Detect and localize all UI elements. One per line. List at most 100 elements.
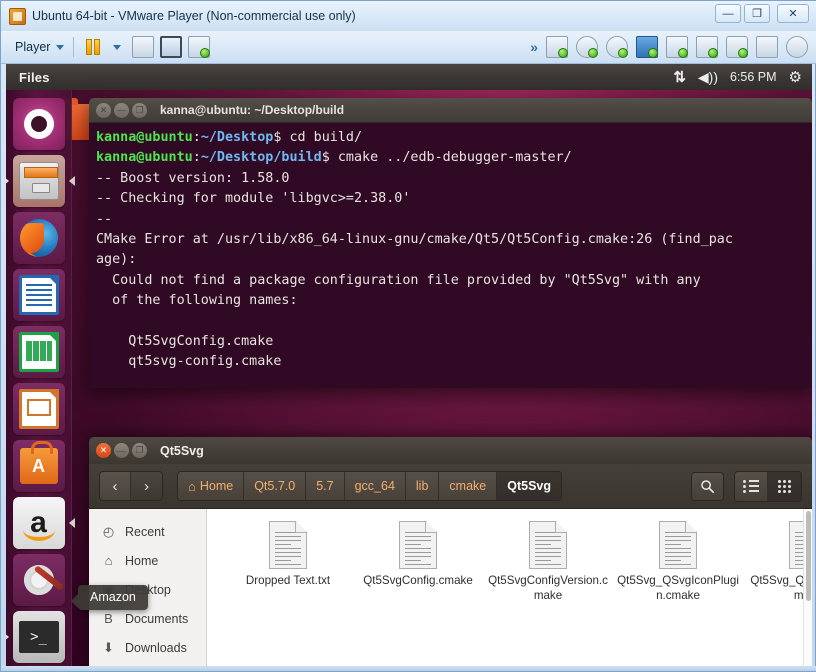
pause-vm-icon[interactable] [86, 36, 108, 58]
sidebar-item-label: Downloads [125, 641, 187, 655]
terminal-prompt-user: kanna@ubuntu [96, 130, 193, 145]
sidebar-item-downloads[interactable]: ⬇ Downloads [89, 633, 206, 662]
unity-app-name[interactable]: Files [19, 70, 50, 85]
terminal-line: -- Boost version: 1.58.0 [96, 169, 805, 189]
launcher-item-terminal[interactable]: >_ [13, 611, 65, 663]
player-menu-button[interactable]: Player [15, 40, 64, 54]
terminal-prompt-user: kanna@ubuntu [96, 150, 193, 165]
window-maximize-button[interactable]: ❐ [744, 4, 770, 23]
text-file-icon [659, 521, 697, 569]
home-icon: ⌂ [188, 479, 196, 494]
terminal-prompt-path: ~/Desktop/build [201, 150, 322, 165]
breadcrumb-item-qt5-7-0[interactable]: Qt5.7.0 [244, 472, 306, 500]
forward-button[interactable]: › [131, 472, 162, 500]
fullscreen-icon[interactable] [160, 36, 182, 58]
printer-icon[interactable] [696, 36, 718, 58]
text-file-icon [269, 521, 307, 569]
cdrom-1-icon[interactable] [576, 36, 598, 58]
file-item[interactable]: Qt5SvgConfig.cmake [353, 521, 483, 603]
gear-wrench-icon [24, 565, 54, 595]
ubuntu-logo-icon [24, 109, 54, 139]
breadcrumb-item-label: Qt5.7.0 [254, 479, 295, 493]
cdrom-2-icon[interactable] [606, 36, 628, 58]
breadcrumb-item-label: lib [416, 479, 429, 493]
file-item[interactable]: Qt5SvgConfigVersion.cmake [483, 521, 613, 603]
launcher-item-ubuntu-software[interactable]: A [13, 440, 65, 492]
session-gear-icon[interactable]: ⚙ [789, 68, 802, 86]
launcher-item-firefox[interactable] [13, 212, 65, 264]
chevron-down-icon [56, 45, 64, 50]
vmware-device-status-icons: » [530, 36, 816, 58]
calc-spreadsheet-icon [19, 332, 59, 372]
launcher-item-dash-home[interactable] [13, 98, 65, 150]
harddisk-icon[interactable] [546, 36, 568, 58]
floppy-icon[interactable] [636, 36, 658, 58]
launcher-item-system-settings[interactable] [13, 554, 65, 606]
nautilus-toolbar: ‹ › ⌂ Home Qt5.7.0 5.7 gcc_64 lib cmake Qt5Svg [89, 464, 812, 509]
terminal-line: qt5svg-config.cmake [96, 352, 805, 372]
pause-dropdown-icon[interactable] [113, 45, 121, 50]
nautilus-content-area[interactable]: Dropped Text.txt Qt5SvgConfig.cmake Qt5Svg… [207, 509, 812, 668]
terminal-titlebar[interactable]: ✕ — ❐ kanna@ubuntu: ~/Desktop/build [89, 98, 812, 123]
terminal-maximize-button[interactable]: ❐ [132, 103, 147, 118]
launcher-tooltip-amazon: Amazon [78, 585, 148, 610]
vmware-titlebar: Ubuntu 64-bit - VMware Player (Non-comme… [1, 1, 816, 31]
terminal-line: CMake Error at /usr/lib/x86_64-linux-gnu… [96, 230, 805, 250]
window-minimize-button[interactable]: — [715, 4, 741, 23]
launcher-item-files[interactable] [13, 155, 65, 207]
breadcrumb-item-lib[interactable]: lib [406, 472, 440, 500]
toolbar-divider [73, 37, 74, 57]
file-item[interactable]: Dropped Text.txt [223, 521, 353, 603]
breadcrumb-item-cmake[interactable]: cmake [439, 472, 497, 500]
launcher-item-libreoffice-impress[interactable] [13, 383, 65, 435]
grid-view-icon[interactable] [768, 472, 801, 501]
terminal-line [96, 312, 805, 332]
list-view-icon[interactable] [735, 472, 768, 501]
sound-icon[interactable] [726, 36, 748, 58]
sidebar-item-home[interactable]: ⌂ Home [89, 546, 206, 575]
back-button[interactable]: ‹ [100, 472, 131, 500]
clock-icon: ◴ [101, 524, 116, 540]
webcam-icon[interactable] [786, 36, 808, 58]
launcher-item-libreoffice-calc[interactable] [13, 326, 65, 378]
vm-info-icon[interactable] [188, 36, 210, 58]
files-close-button[interactable]: ✕ [96, 443, 111, 458]
files-minimize-button[interactable]: — [114, 443, 129, 458]
display-icon[interactable] [756, 36, 778, 58]
launcher-item-libreoffice-writer[interactable] [13, 269, 65, 321]
sidebar-item-recent[interactable]: ◴ Recent [89, 517, 206, 546]
file-item-label: Qt5SvgConfigVersion.cmake [487, 573, 609, 603]
terminal-output[interactable]: kanna@ubuntu:~/Desktop$ cd build/kanna@u… [89, 123, 812, 388]
breadcrumb-item-home[interactable]: ⌂ Home [178, 472, 244, 500]
chevron-double-right-icon[interactable]: » [530, 39, 536, 55]
terminal-prompt-separator: : [193, 150, 201, 165]
breadcrumb-item-qt5svg[interactable]: Qt5Svg [497, 472, 561, 500]
terminal-close-button[interactable]: ✕ [96, 103, 111, 118]
firefox-icon [20, 219, 58, 257]
breadcrumb-item-gcc-64[interactable]: gcc_64 [345, 472, 406, 500]
nautilus-titlebar[interactable]: ✕ — ❐ Qt5Svg [89, 437, 812, 464]
magnifier-glyph [700, 479, 715, 494]
sidebar-item-label: Documents [125, 612, 188, 626]
terminal-prompt-separator: : [193, 130, 201, 145]
file-item[interactable]: Qt5Svg_QSvgPlugin.cmake [743, 521, 812, 603]
network-indicator-icon[interactable]: ⇅ [673, 68, 686, 86]
network-icon[interactable] [666, 36, 688, 58]
terminal-line: -- Checking for module 'libgvc>=2.38.0' [96, 189, 805, 209]
content-scrollbar[interactable] [803, 509, 812, 668]
volume-indicator-icon[interactable]: ◀)) [698, 69, 718, 86]
nautilus-window: ✕ — ❐ Qt5Svg ‹ › ⌂ Home Qt5.7.0 5.7 gcc_64 li… [89, 437, 812, 668]
terminal-minimize-button[interactable]: — [114, 103, 129, 118]
search-icon[interactable] [691, 472, 724, 501]
window-close-button[interactable]: ✕ [777, 4, 809, 23]
vmware-title-text: Ubuntu 64-bit - VMware Player (Non-comme… [32, 9, 356, 23]
breadcrumb-item-label: cmake [449, 479, 486, 493]
unity-mode-icon[interactable] [132, 36, 154, 58]
launcher-item-amazon[interactable]: a [13, 497, 65, 549]
file-item[interactable]: Qt5Svg_QSvgIconPlugin.cmake [613, 521, 743, 603]
navigation-buttons: ‹ › [99, 471, 163, 501]
files-maximize-button[interactable]: ❐ [132, 443, 147, 458]
scrollbar-thumb[interactable] [806, 511, 811, 601]
clock-indicator[interactable]: 6:56 PM [730, 70, 777, 84]
breadcrumb-item-5-7[interactable]: 5.7 [306, 472, 344, 500]
